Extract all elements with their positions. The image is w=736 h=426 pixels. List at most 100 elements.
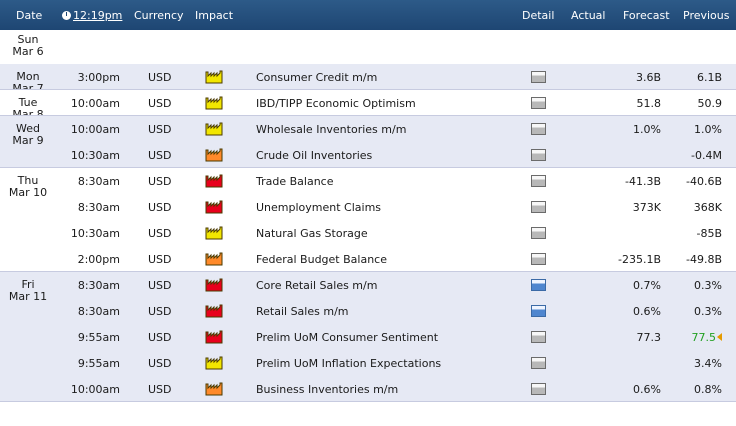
detail-doc-icon <box>531 123 546 135</box>
detail-doc-icon <box>531 149 546 161</box>
day-group: Fri Mar 11 8:30am USD Core Retail Sales m/m 0… <box>0 272 736 402</box>
event-currency: USD <box>148 305 172 318</box>
event-title: Natural Gas Storage <box>256 227 368 240</box>
header-impact: Impact <box>195 9 234 22</box>
event-forecast: 77.3 <box>636 331 662 344</box>
event-title: Trade Balance <box>256 175 334 188</box>
revised-arrow-icon[interactable] <box>717 333 722 341</box>
event-detail-button[interactable] <box>531 149 546 161</box>
event-currency: USD <box>148 383 172 396</box>
impact-high-icon <box>205 174 223 188</box>
event-forecast: 0.7% <box>633 279 661 292</box>
detail-doc-icon <box>531 71 546 83</box>
event-row[interactable]: 9:55am USD Prelim UoM Inflation Expectatio… <box>0 350 736 376</box>
event-row[interactable]: 8:30am USD Trade Balance -41.3B -40.6B <box>0 168 736 194</box>
event-currency: USD <box>148 123 172 136</box>
event-detail-button[interactable] <box>531 71 546 83</box>
event-title: Prelim UoM Consumer Sentiment <box>256 331 439 344</box>
impact-medium-icon <box>205 252 223 266</box>
event-detail-button[interactable] <box>531 201 546 213</box>
event-currency: USD <box>148 227 172 240</box>
header-currency: Currency <box>134 9 184 22</box>
event-previous-value: 6.1B <box>696 71 722 84</box>
event-detail-button[interactable] <box>531 331 546 343</box>
event-previous: 0.3% <box>694 305 722 318</box>
event-row[interactable]: 10:00am USD IBD/TIPP Economic Optimism 51.8… <box>0 90 736 116</box>
event-row[interactable]: 8:30am USD Unemployment Claims 373K 368K <box>0 194 736 220</box>
event-detail-button[interactable] <box>531 383 546 395</box>
day-group: Wed Mar 9 10:00am USD Wholesale Inventories … <box>0 116 736 168</box>
event-title: Core Retail Sales m/m <box>256 279 378 292</box>
event-row[interactable]: 8:30am USD Retail Sales m/m 0.6% 0.3% <box>0 298 736 324</box>
event-currency: USD <box>148 201 172 214</box>
event-previous-value: 77.5 <box>691 331 717 344</box>
event-previous-value: 0.3% <box>694 305 722 318</box>
event-forecast: -41.3B <box>624 175 661 188</box>
event-forecast: 1.0% <box>633 123 661 136</box>
event-detail-button[interactable] <box>531 175 546 187</box>
event-previous-value: 368K <box>693 201 722 214</box>
event-forecast: -235.1B <box>617 253 661 266</box>
event-row[interactable]: 3:00pm USD Consumer Credit m/m 3.6B 6.1B <box>0 64 736 90</box>
impact-medium-icon <box>205 148 223 162</box>
event-time: 10:30am <box>70 227 120 240</box>
event-detail-button[interactable] <box>531 123 546 135</box>
event-title: Consumer Credit m/m <box>256 71 378 84</box>
header-forecast: Forecast <box>623 9 670 22</box>
detail-doc-icon <box>531 175 546 187</box>
impact-high-icon <box>205 278 223 292</box>
impact-high-icon <box>205 304 223 318</box>
detail-doc-icon <box>531 383 546 395</box>
header-time-label[interactable]: 12:19pm <box>73 9 122 22</box>
event-previous: 6.1B <box>697 71 722 84</box>
event-detail-button[interactable] <box>531 357 546 369</box>
event-previous-value: 50.9 <box>697 97 723 110</box>
event-detail-button[interactable] <box>531 279 546 291</box>
event-previous: -0.4M <box>691 149 722 162</box>
event-detail-button[interactable] <box>531 305 546 317</box>
event-previous-value: 1.0% <box>694 123 722 136</box>
event-title: Prelim UoM Inflation Expectations <box>256 357 442 370</box>
detail-doc-icon <box>531 97 546 109</box>
event-time: 8:30am <box>77 305 120 318</box>
event-forecast: 3.6B <box>635 71 661 84</box>
header-date: Date <box>16 9 43 22</box>
event-previous: 0.8% <box>694 383 722 396</box>
event-row[interactable]: 10:00am USD Wholesale Inventories m/m 1.0% 1… <box>0 116 736 142</box>
event-row[interactable]: 2:00pm USD Federal Budget Balance -235.1B -4… <box>0 246 736 272</box>
event-currency: USD <box>148 149 172 162</box>
event-row[interactable]: 8:30am USD Core Retail Sales m/m 0.7% 0.3% <box>0 272 736 298</box>
event-detail-button[interactable] <box>531 97 546 109</box>
event-previous: 0.3% <box>694 279 722 292</box>
event-previous-value: -0.4M <box>691 149 722 162</box>
day-group: Sun Mar 6 <box>0 30 736 64</box>
event-time: 10:00am <box>70 123 120 136</box>
event-forecast: 0.6% <box>633 383 661 396</box>
impact-low-icon <box>205 356 223 370</box>
event-row[interactable]: 9:55am USD Prelim UoM Consumer Sentiment 77… <box>0 324 736 350</box>
event-previous: 1.0% <box>694 123 722 136</box>
event-currency: USD <box>148 175 172 188</box>
detail-doc-icon <box>531 331 546 343</box>
impact-low-icon <box>205 96 223 110</box>
event-previous: 50.9 <box>698 97 723 110</box>
event-previous-value: 0.3% <box>694 279 722 292</box>
event-currency: USD <box>148 97 172 110</box>
event-title: Crude Oil Inventories <box>256 149 373 162</box>
detail-doc-icon <box>531 357 546 369</box>
event-row[interactable]: 10:00am USD Business Inventories m/m 0.6% 0.… <box>0 376 736 402</box>
event-time: 8:30am <box>77 201 120 214</box>
event-time: 10:00am <box>70 97 120 110</box>
event-currency: USD <box>148 279 172 292</box>
event-time: 10:30am <box>70 149 120 162</box>
event-row[interactable]: 10:30am USD Natural Gas Storage -85B <box>0 220 736 246</box>
event-detail-button[interactable] <box>531 253 546 265</box>
event-previous: -49.8B <box>686 253 722 266</box>
event-title: Unemployment Claims <box>256 201 382 214</box>
day-date-label: Mar 6 <box>12 45 44 58</box>
clock-icon <box>62 11 71 20</box>
event-currency: USD <box>148 253 172 266</box>
header-time[interactable]: 12:19pm <box>62 9 122 22</box>
event-detail-button[interactable] <box>531 227 546 239</box>
event-row[interactable]: 10:30am USD Crude Oil Inventories -0.4M <box>0 142 736 168</box>
